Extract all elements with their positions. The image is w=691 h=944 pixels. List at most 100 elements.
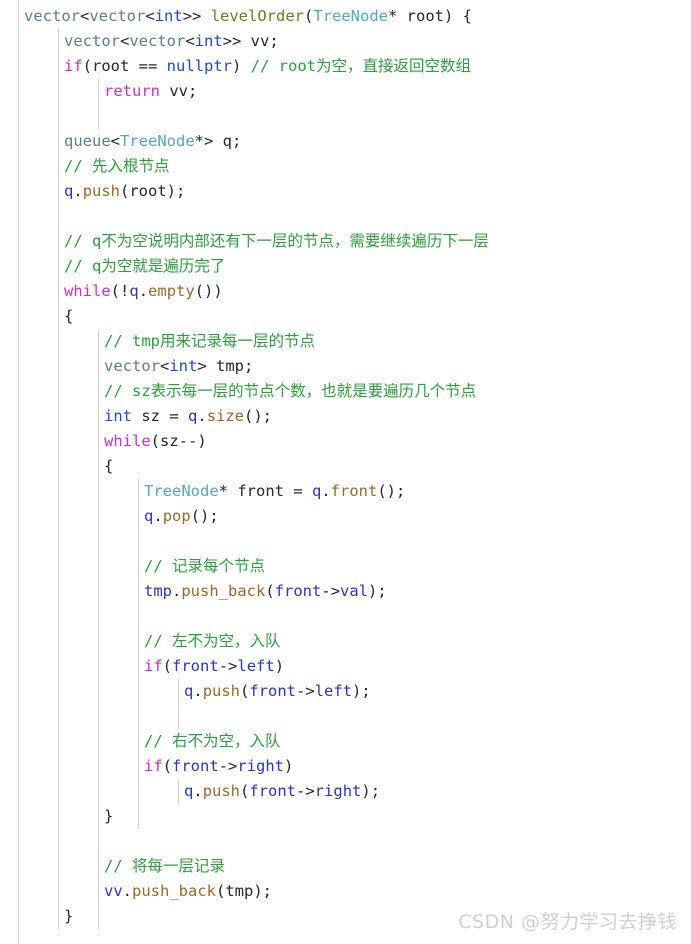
code-token-plain: (tmp); — [216, 882, 273, 900]
code-line: q.pop(); — [0, 504, 691, 529]
code-token-prim: int — [169, 357, 198, 375]
indent-guide — [98, 904, 99, 929]
code-token-plain: *> q; — [194, 132, 242, 150]
code-line-text: q.push(root); — [24, 182, 185, 200]
code-token-plain: ()) — [194, 282, 223, 300]
code-line-text: } — [24, 807, 113, 825]
code-token-method: push_back — [181, 582, 266, 600]
code-line: // 右不为空，入队 — [0, 729, 691, 754]
code-line-text: vector<int> tmp; — [24, 357, 253, 375]
code-token-plain: . — [73, 182, 83, 200]
code-line-text: while(!q.empty()) — [24, 282, 223, 300]
code-token-ident: q — [188, 407, 198, 425]
code-token-prim: int — [104, 407, 132, 425]
code-token-plain: . — [321, 482, 331, 500]
code-token-prim: nullptr — [166, 57, 232, 75]
code-line — [0, 604, 691, 629]
code-token-ident: front — [249, 682, 297, 700]
code-token-comment: // root为空，直接返回空数组 — [250, 57, 471, 75]
indent-guide — [178, 704, 179, 729]
code-token-plain: ); — [368, 582, 387, 600]
code-token-comment: // 右不为空，入队 — [144, 732, 281, 750]
code-token-kw: while — [64, 282, 111, 300]
code-line: q.push(root); — [0, 179, 691, 204]
code-line — [0, 529, 691, 554]
code-line-text: int sz = q.size(); — [24, 407, 272, 425]
code-token-plain: (sz--) — [150, 432, 207, 450]
code-token-ident: q — [64, 182, 74, 200]
code-line: vector<vector<int>> levelOrder(TreeNode*… — [0, 4, 691, 29]
code-token-plain: vv; — [160, 82, 198, 100]
indent-guide — [98, 104, 99, 129]
code-line: // tmp用来记录每一层的节点 — [0, 329, 691, 354]
code-line: if(front->left) — [0, 654, 691, 679]
code-line: if(front->right) — [0, 754, 691, 779]
code-token-plain: -> — [296, 682, 315, 700]
code-token-plain: < — [120, 32, 130, 50]
code-line-text: // 左不为空，入队 — [24, 632, 281, 650]
code-token-plain: . — [197, 407, 207, 425]
code-line: while(sz--) — [0, 429, 691, 454]
code-line-text: // q为空就是遍历完了 — [24, 257, 225, 275]
code-line: vector<int> tmp; — [0, 354, 691, 379]
code-token-ident: left — [237, 657, 275, 675]
code-line: // 记录每个节点 — [0, 554, 691, 579]
code-token-plain: ( — [162, 757, 173, 775]
code-line: vector<vector<int>> vv; — [0, 29, 691, 54]
code-token-plain: * root) { — [388, 7, 473, 25]
code-line-text: TreeNode* front = q.front(); — [24, 482, 405, 500]
code-token-class: TreeNode — [120, 132, 195, 150]
code-token-class: TreeNode — [313, 7, 389, 25]
code-token-plain: sz = — [132, 407, 188, 425]
code-token-method: push — [82, 182, 121, 200]
code-token-plain: . — [153, 507, 163, 525]
code-token-plain: (root == — [82, 57, 167, 75]
code-line: { — [0, 304, 691, 329]
code-line-text: return vv; — [24, 82, 197, 100]
code-token-ident: left — [314, 682, 353, 700]
code-token-plain: } — [64, 907, 74, 925]
code-token-comment: // q不为空说明内部还有下一层的节点，需要继续遍历下一层 — [64, 232, 489, 250]
code-token-method: size — [206, 407, 245, 425]
code-token-ident: right — [314, 782, 362, 800]
code-line — [0, 704, 691, 729]
code-token-plain: . — [193, 682, 203, 700]
code-token-plain: { — [64, 307, 74, 325]
code-token-class: TreeNode — [144, 482, 219, 500]
code-token-plain: (root); — [120, 182, 186, 200]
code-token-plain: < — [80, 7, 90, 25]
code-line-text: // q不为空说明内部还有下一层的节点，需要继续遍历下一层 — [24, 232, 489, 250]
code-token-ident: val — [340, 582, 369, 600]
code-token-plain: < — [185, 32, 195, 50]
code-token-plain: ( — [240, 782, 250, 800]
code-token-plain: ) — [232, 57, 251, 75]
code-token-plain: . — [172, 582, 182, 600]
code-token-plain: . — [193, 782, 203, 800]
code-token-ident: front — [172, 757, 219, 775]
code-token-plain: ( — [265, 582, 275, 600]
csdn-watermark: CSDN @努力学习去挣钱 — [458, 911, 677, 933]
code-line: queue<TreeNode*> q; — [0, 129, 691, 154]
code-token-plain: * front = — [218, 482, 312, 500]
code-token-plain: ) — [284, 757, 294, 775]
code-token-plain: < — [145, 7, 155, 25]
code-line — [0, 104, 691, 129]
code-line: if(root == nullptr) // root为空，直接返回空数组 — [0, 54, 691, 79]
code-token-plain: (! — [110, 282, 130, 300]
code-line-text: while(sz--) — [24, 432, 207, 450]
code-token-plain: (); — [244, 407, 273, 425]
code-token-method: push — [202, 782, 241, 800]
indent-guide — [138, 804, 139, 829]
code-line: tmp.push_back(front->val); — [0, 579, 691, 604]
code-token-plain: >> vv; — [222, 32, 279, 50]
code-token-ident: q — [311, 482, 322, 500]
code-line: // 左不为空，入队 — [0, 629, 691, 654]
code-token-plain: > tmp; — [197, 357, 254, 375]
code-token-plain: ); — [352, 682, 371, 700]
code-token-prim: int — [154, 7, 183, 25]
code-token-plain: } — [104, 807, 114, 825]
code-line-text: q.push(front->right); — [24, 782, 380, 800]
code-line-text: q.push(front->left); — [24, 682, 371, 700]
code-token-plain: (); — [377, 482, 406, 500]
